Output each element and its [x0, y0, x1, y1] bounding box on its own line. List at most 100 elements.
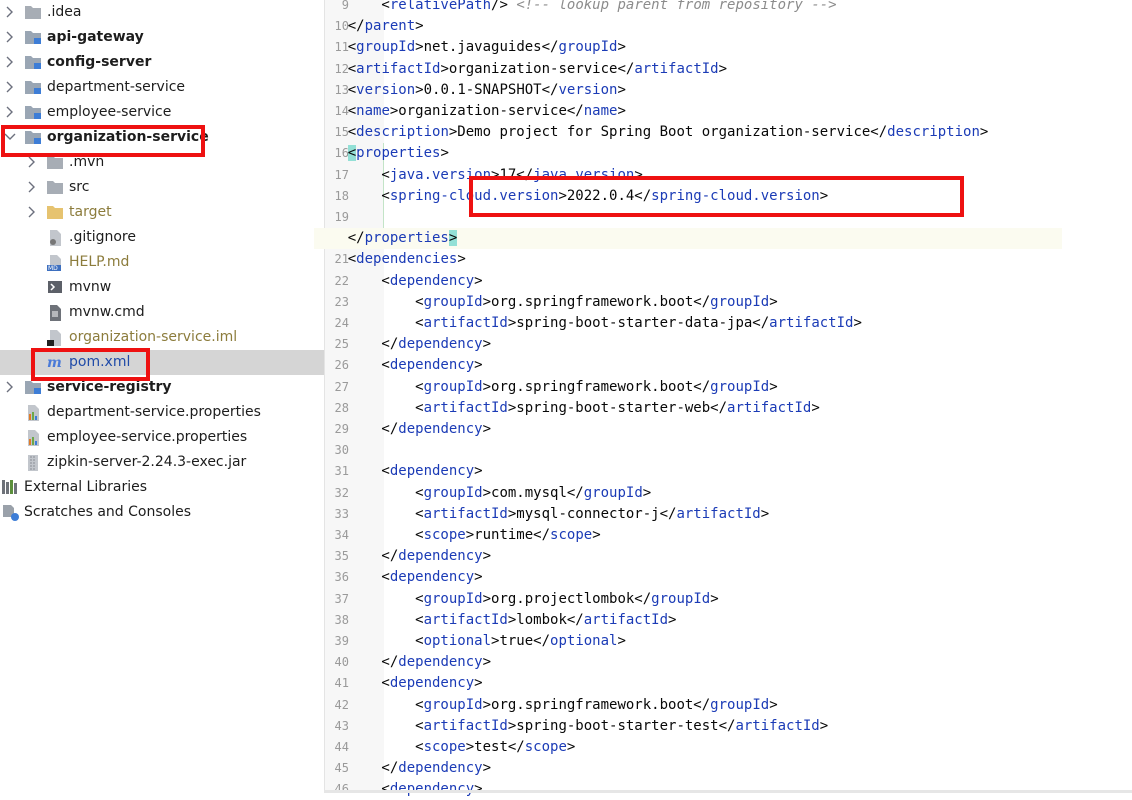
- module-folder-icon: [25, 30, 41, 44]
- tree-item-organization-service[interactable]: organization-service: [0, 125, 324, 150]
- tree-item-help-md[interactable]: MD HELP.md: [0, 250, 324, 275]
- code-line: </properties>: [314, 228, 1062, 250]
- tree-item-mvnw-cmd[interactable]: mvnw.cmd: [0, 300, 324, 325]
- tree-item-target[interactable]: target: [0, 200, 324, 225]
- project-tree-panel: .idea api-gateway config-server department-…: [0, 0, 324, 793]
- code-line: <relativePath/> <!-- lookup parent from …: [314, 0, 837, 13]
- code-line: <groupId>org.springframework.boot</group…: [314, 293, 778, 310]
- code-line: <artifactId>mysql-connector-j</artifactI…: [314, 505, 770, 522]
- chevron-right-icon[interactable]: [4, 56, 16, 68]
- code-line: </dependency>: [314, 421, 492, 437]
- tree-item-label: organization-service: [47, 129, 209, 145]
- tree-item-src[interactable]: src: [0, 175, 324, 200]
- jar-file-icon: [25, 455, 41, 471]
- code-line: <dependency>: [314, 272, 483, 289]
- code-line: </parent>: [314, 18, 424, 35]
- tree-item-label: target: [69, 204, 112, 220]
- code-line: <name>organization-service</name>: [314, 103, 626, 119]
- tree-item-label: zipkin-server-2.24.3-exec.jar: [47, 454, 247, 470]
- excluded-folder-icon: [47, 205, 63, 219]
- chevron-right-icon[interactable]: [4, 106, 16, 118]
- code-line: <groupId>org.springframework.boot</group…: [314, 696, 778, 713]
- tree-item-pom-xml[interactable]: m pom.xml: [0, 350, 324, 375]
- module-folder-icon: [25, 380, 41, 394]
- module-folder-icon: [25, 130, 41, 144]
- code-line: <artifactId>organization-service</artifa…: [314, 60, 728, 77]
- code-line: <dependency>: [314, 675, 483, 692]
- chevron-right-icon[interactable]: [26, 156, 38, 168]
- code-line: <artifactId>spring-boot-starter-test</ar…: [314, 717, 829, 734]
- code-line: <properties>: [347, 145, 449, 162]
- scratches-icon: [2, 505, 19, 521]
- code-line: <dependency>: [314, 357, 483, 374]
- tree-item-scratches-and-consoles[interactable]: Scratches and Consoles: [0, 500, 324, 525]
- tree-item-department-service[interactable]: department-service: [0, 75, 324, 100]
- markdown-file-icon: MD: [47, 255, 63, 272]
- code-line: <dependencies>: [314, 251, 466, 268]
- module-folder-icon: [25, 80, 41, 94]
- tree-item-config-server[interactable]: config-server: [0, 50, 324, 75]
- tree-item-service-registry[interactable]: service-registry: [0, 375, 324, 400]
- folder-icon: [25, 5, 41, 19]
- maven-m-icon: m: [47, 355, 63, 371]
- tree-item-zipkin-server-2-24-3-exec-jar[interactable]: zipkin-server-2.24.3-exec.jar: [0, 450, 324, 475]
- code-line: <artifactId>lombok</artifactId>: [314, 611, 677, 628]
- tree-item-mvnw[interactable]: mvnw: [0, 275, 324, 300]
- folder-icon: [47, 180, 63, 194]
- tree-item-label: .idea: [47, 4, 82, 20]
- tree-item-label: Scratches and Consoles: [24, 504, 191, 520]
- chevron-right-icon[interactable]: [4, 6, 16, 18]
- code-line: <groupId>com.mysql</groupId>: [314, 484, 652, 501]
- tree-item-label: .gitignore: [69, 229, 136, 245]
- tree-item-label: config-server: [47, 54, 152, 70]
- code-line: </dependency>: [314, 336, 492, 353]
- tree-item-label: employee-service: [47, 104, 172, 120]
- code-line: <scope>test</scope>: [314, 739, 576, 755]
- svg-text:m: m: [47, 355, 62, 369]
- tree-item-label: mvnw.cmd: [69, 304, 145, 320]
- tree-item-label: pom.xml: [69, 354, 131, 370]
- tree-item-api-gateway[interactable]: api-gateway: [0, 25, 324, 50]
- tree-item-mvn[interactable]: .mvn: [0, 150, 324, 175]
- shell-script-icon: [47, 280, 63, 294]
- code-line: <version>0.0.1-SNAPSHOT</version>: [314, 81, 626, 98]
- svg-text:MD: MD: [48, 265, 58, 271]
- tree-item-department-service-properties[interactable]: department-service.properties: [0, 400, 324, 425]
- gitignore-file-icon: [47, 230, 63, 246]
- chevron-right-icon[interactable]: [4, 381, 16, 393]
- libraries-icon: [2, 480, 18, 494]
- tree-item-external-libraries[interactable]: External Libraries: [0, 475, 324, 500]
- tree-item-label: organization-service.iml: [69, 329, 238, 345]
- code-line: <description>Demo project for Spring Boo…: [314, 124, 989, 141]
- tree-item-organization-service-iml[interactable]: organization-service.iml: [0, 325, 324, 350]
- code-line: </dependency>: [314, 760, 492, 777]
- tree-item-label: department-service: [47, 79, 186, 95]
- tree-item-label: HELP.md: [69, 254, 130, 270]
- chevron-right-icon[interactable]: [4, 31, 16, 43]
- tree-item-label: service-registry: [47, 379, 172, 395]
- code-line: <scope>runtime</scope>: [314, 527, 601, 543]
- properties-file-icon: [25, 430, 41, 446]
- code-line: <groupId>org.springframework.boot</group…: [314, 378, 778, 395]
- folder-icon: [47, 155, 63, 169]
- tree-item-employee-service[interactable]: employee-service: [0, 100, 324, 125]
- code-line: <dependency>: [314, 569, 483, 586]
- chevron-right-icon[interactable]: [26, 181, 38, 193]
- code-editor[interactable]: <relativePath/> <!-- lookup parent from …: [314, 0, 1132, 797]
- tree-item-idea[interactable]: .idea: [0, 0, 324, 25]
- module-folder-icon: [25, 55, 41, 69]
- code-line: <java.version>17</java.version>: [314, 166, 643, 183]
- tree-item-gitignore[interactable]: .gitignore: [0, 225, 324, 250]
- code-line: </dependency>: [314, 654, 492, 671]
- code-line: <artifactId>spring-boot-starter-data-jpa…: [314, 315, 862, 331]
- chevron-right-icon[interactable]: [26, 206, 38, 218]
- chevron-right-icon[interactable]: [4, 81, 16, 93]
- chevron-down-icon[interactable]: [4, 131, 16, 143]
- tree-item-label: .mvn: [69, 154, 105, 170]
- properties-file-icon: [25, 405, 41, 421]
- code-line: <spring-cloud.version>2022.0.4</spring-c…: [314, 187, 829, 204]
- tree-item-employee-service-properties[interactable]: employee-service.properties: [0, 425, 324, 450]
- tree-item-label: src: [69, 179, 90, 195]
